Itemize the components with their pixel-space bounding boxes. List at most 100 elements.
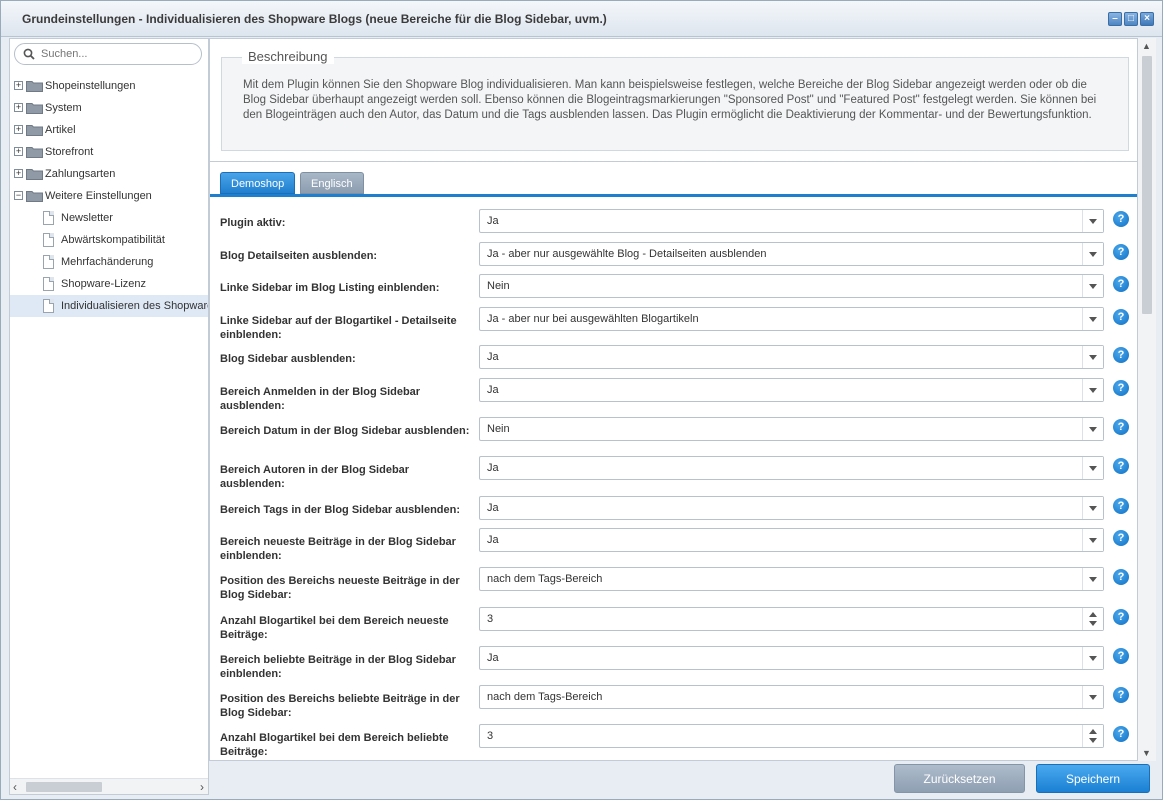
chevron-down-icon[interactable]: [1082, 243, 1103, 265]
scroll-left-icon[interactable]: ‹: [13, 780, 17, 794]
document-icon: [43, 277, 54, 291]
scroll-thumb[interactable]: [26, 782, 102, 792]
select-combobox[interactable]: Ja - aber nur bei ausgewählten Blogartik…: [479, 307, 1104, 331]
chevron-down-icon[interactable]: [1082, 418, 1103, 440]
tree-item[interactable]: + Zahlungsarten: [10, 163, 208, 185]
chevron-down-icon[interactable]: [1082, 379, 1103, 401]
tree-item[interactable]: Individualisieren des Shopware: [10, 295, 208, 317]
select-combobox[interactable]: Ja: [479, 456, 1104, 480]
tree-item-label: Weitere Einstellungen: [45, 190, 152, 202]
help-icon[interactable]: ?: [1113, 276, 1129, 292]
help-icon[interactable]: ?: [1113, 498, 1129, 514]
help-icon[interactable]: ?: [1113, 648, 1129, 664]
chevron-down-icon[interactable]: [1082, 529, 1103, 551]
select-combobox[interactable]: Ja: [479, 646, 1104, 670]
tree-item[interactable]: Shopware-Lizenz: [10, 273, 208, 295]
title-bar: Grundeinstellungen - Individualisieren d…: [1, 1, 1162, 37]
expand-icon[interactable]: +: [14, 147, 23, 156]
select-combobox[interactable]: nach dem Tags-Bereich: [479, 567, 1104, 591]
chevron-down-icon[interactable]: [1082, 457, 1103, 479]
chevron-down-icon[interactable]: [1082, 647, 1103, 669]
search-icon: [23, 48, 35, 60]
expand-icon[interactable]: +: [14, 103, 23, 112]
maximize-icon: □: [1127, 13, 1135, 24]
maximize-button[interactable]: □: [1124, 12, 1138, 26]
collapse-icon[interactable]: −: [14, 191, 23, 200]
tree-item[interactable]: + System: [10, 97, 208, 119]
minimize-button[interactable]: –: [1108, 12, 1122, 26]
tree-item[interactable]: + Storefront: [10, 141, 208, 163]
chevron-down-icon[interactable]: [1082, 308, 1103, 330]
field-value: 3: [487, 730, 494, 742]
spinner-arrows-icon[interactable]: [1082, 608, 1103, 630]
folder-icon: [26, 125, 43, 136]
field-label: Anzahl Blogartikel bei dem Bereich belie…: [220, 732, 449, 758]
tree-item[interactable]: Newsletter: [10, 207, 208, 229]
number-stepper[interactable]: 3: [479, 724, 1104, 748]
help-icon[interactable]: ?: [1113, 569, 1129, 585]
description-legend: Beschreibung: [242, 49, 334, 64]
folder-icon: [26, 169, 43, 180]
tree-item[interactable]: Mehrfachänderung: [10, 251, 208, 273]
chevron-down-icon[interactable]: [1082, 210, 1103, 232]
field-label: Bereich beliebte Beiträge in der Blog Si…: [220, 654, 456, 680]
save-button[interactable]: Speichern: [1036, 764, 1150, 793]
field-label: Linke Sidebar auf der Blogartikel - Deta…: [220, 315, 457, 341]
tree-item-label: Storefront: [45, 146, 94, 158]
arrow-down-icon[interactable]: [1089, 738, 1097, 743]
arrow-up-icon[interactable]: [1089, 729, 1097, 734]
arrow-down-icon[interactable]: [1089, 621, 1097, 626]
number-stepper[interactable]: 3: [479, 607, 1104, 631]
form-vertical-scrollbar[interactable]: ▲ ▼: [1138, 38, 1156, 761]
chevron-down-icon[interactable]: [1082, 497, 1103, 519]
description-fieldset: Beschreibung Mit dem Plugin können Sie d…: [221, 49, 1129, 151]
tree-horizontal-scrollbar[interactable]: ‹ ›: [10, 778, 208, 794]
help-icon[interactable]: ?: [1113, 419, 1129, 435]
scroll-down-icon[interactable]: ▼: [1142, 748, 1151, 758]
chevron-down-icon[interactable]: [1082, 275, 1103, 297]
search-box[interactable]: [14, 43, 202, 65]
spinner-arrows-icon[interactable]: [1082, 725, 1103, 747]
window-controls: – □ ×: [1108, 12, 1154, 26]
select-combobox[interactable]: nach dem Tags-Bereich: [479, 685, 1104, 709]
select-combobox[interactable]: Ja - aber nur ausgewählte Blog - Details…: [479, 242, 1104, 266]
help-icon[interactable]: ?: [1113, 380, 1129, 396]
field-value: Nein: [487, 280, 510, 292]
expand-icon[interactable]: +: [14, 81, 23, 90]
tree-item[interactable]: + Artikel: [10, 119, 208, 141]
help-icon[interactable]: ?: [1113, 687, 1129, 703]
expand-icon[interactable]: +: [14, 125, 23, 134]
tree-item[interactable]: Abwärtskompatibilität: [10, 229, 208, 251]
help-icon[interactable]: ?: [1113, 347, 1129, 363]
select-combobox[interactable]: Ja: [479, 378, 1104, 402]
close-button[interactable]: ×: [1140, 12, 1154, 26]
reset-button[interactable]: Zurücksetzen: [894, 764, 1025, 793]
scroll-right-icon[interactable]: ›: [200, 780, 204, 794]
arrow-up-icon[interactable]: [1089, 612, 1097, 617]
tree-item-label: Artikel: [45, 124, 76, 136]
chevron-down-icon[interactable]: [1082, 346, 1103, 368]
scroll-up-icon[interactable]: ▲: [1142, 41, 1151, 51]
select-combobox[interactable]: Ja: [479, 209, 1104, 233]
select-combobox[interactable]: Nein: [479, 417, 1104, 441]
tree-item[interactable]: + Shopeinstellungen: [10, 75, 208, 97]
help-icon[interactable]: ?: [1113, 458, 1129, 474]
help-icon[interactable]: ?: [1113, 609, 1129, 625]
help-icon[interactable]: ?: [1113, 309, 1129, 325]
scroll-thumb[interactable]: [1142, 56, 1152, 314]
tree-item[interactable]: − Weitere Einstellungen: [10, 185, 208, 207]
expand-icon[interactable]: +: [14, 169, 23, 178]
tab-demoshop[interactable]: Demoshop: [220, 172, 296, 194]
chevron-down-icon[interactable]: [1082, 568, 1103, 590]
help-icon[interactable]: ?: [1113, 726, 1129, 742]
select-combobox[interactable]: Ja: [479, 496, 1104, 520]
help-icon[interactable]: ?: [1113, 244, 1129, 260]
select-combobox[interactable]: Ja: [479, 345, 1104, 369]
select-combobox[interactable]: Ja: [479, 528, 1104, 552]
help-icon[interactable]: ?: [1113, 530, 1129, 546]
select-combobox[interactable]: Nein: [479, 274, 1104, 298]
search-input[interactable]: [41, 47, 191, 61]
tab-englisch[interactable]: Englisch: [300, 172, 364, 194]
chevron-down-icon[interactable]: [1082, 686, 1103, 708]
help-icon[interactable]: ?: [1113, 211, 1129, 227]
